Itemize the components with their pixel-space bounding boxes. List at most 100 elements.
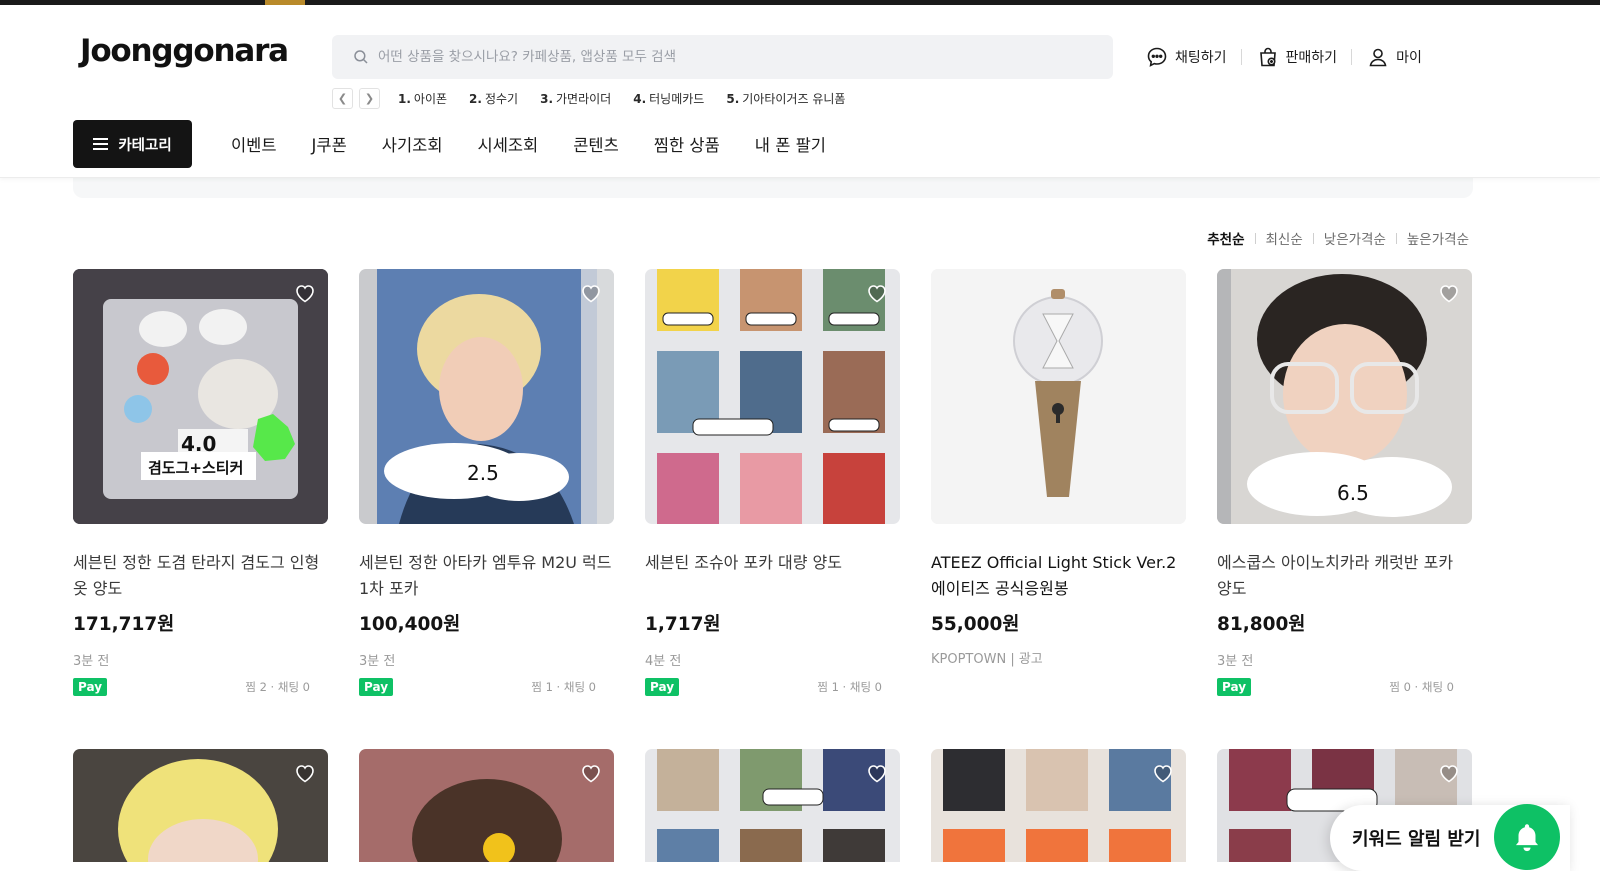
- pay-badge: Pay: [1217, 678, 1252, 696]
- menu-item-sell-phone[interactable]: 내 폰 팔기: [755, 132, 826, 156]
- product-photo: [359, 749, 614, 862]
- product-image[interactable]: [645, 749, 900, 862]
- sell-button[interactable]: 판매하기: [1256, 45, 1338, 69]
- search-input[interactable]: [378, 49, 1078, 65]
- product-time: 4분 전: [645, 654, 682, 669]
- menu-item-contents[interactable]: 콘텐츠: [573, 132, 619, 156]
- trend-item[interactable]: 2. 정수기: [469, 90, 518, 107]
- product-image[interactable]: [931, 749, 1186, 862]
- my-page-button[interactable]: 마이: [1366, 45, 1422, 69]
- heart-icon[interactable]: [1437, 761, 1461, 785]
- banner-strip: [73, 178, 1473, 198]
- heart-icon[interactable]: [293, 281, 317, 305]
- chat-label: 채팅하기: [1175, 50, 1227, 66]
- chevron-right-icon: ❯: [364, 92, 375, 105]
- product-photo: [73, 269, 328, 524]
- logo[interactable]: Joonggonara: [80, 33, 289, 69]
- site-header: Joonggonara 채팅하기 판매하기 마이 ❮ ❯ 1.아이폰 2.정수기…: [0, 5, 1600, 178]
- product-price: 55,000원: [931, 614, 1020, 635]
- trend-item[interactable]: 5. 기아타이거즈 유니폼: [726, 90, 845, 107]
- menu-item-events[interactable]: 이벤트: [231, 132, 277, 156]
- product-image[interactable]: 2.5: [359, 269, 614, 524]
- image-caption: 겸도그+스티커: [148, 459, 244, 477]
- product-image[interactable]: [359, 749, 614, 862]
- product-image[interactable]: 4.0 겸도그+스티커: [73, 269, 328, 524]
- product-image[interactable]: [931, 269, 1186, 524]
- top-nav: 채팅하기 판매하기 마이: [1145, 45, 1422, 69]
- product-photo: [645, 269, 900, 524]
- product-price: 100,400원: [359, 614, 461, 635]
- menu-item-wishlist[interactable]: 찜한 상품: [654, 132, 720, 156]
- sort-options: 추천순 최신순 낮은가격순 높은가격순: [1207, 228, 1469, 248]
- product-card[interactable]: 6.5 에스쿱스 아이노치카라 캐럿반 포카 양도 81,800원 3분 전 P…: [1217, 269, 1472, 696]
- bell-icon: [1515, 824, 1539, 852]
- product-card[interactable]: 2.5 세븐틴 정한 아타카 엠투유 M2U 럭드 1차 포카 100,400원…: [359, 269, 614, 696]
- sell-label: 판매하기: [1285, 50, 1338, 66]
- product-photo: [931, 749, 1186, 862]
- heart-icon[interactable]: [1437, 281, 1461, 305]
- keyword-alert-bell-button[interactable]: [1494, 804, 1560, 870]
- product-image[interactable]: 6.5: [1217, 269, 1472, 524]
- pay-badge: Pay: [645, 678, 680, 696]
- pay-badge: Pay: [359, 678, 394, 696]
- keyword-alert-label: 키워드 알림 받기: [1352, 829, 1481, 850]
- product-time: 3분 전: [73, 654, 110, 669]
- product-title[interactable]: 세븐틴 조슈아 포카 대량 양도: [645, 550, 900, 602]
- category-bar: 카테고리 이벤트 J쿠폰 사기조회 시세조회 콘텐츠 찜한 상품 내 폰 팔기: [73, 120, 826, 168]
- product-title[interactable]: 에스쿱스 아이노치카라 캐럿반 포카 양도: [1217, 550, 1472, 602]
- product-stats: 찜 1 · 채팅 0: [817, 680, 882, 694]
- heart-icon[interactable]: [579, 281, 603, 305]
- image-caption: 2.5: [467, 461, 499, 485]
- image-caption: 4.0: [181, 432, 217, 456]
- product-photo: [645, 749, 900, 862]
- hamburger-icon: [93, 138, 109, 150]
- trend-prev-button[interactable]: ❮: [332, 88, 353, 109]
- product-stats: 찜 1 · 채팅 0: [531, 680, 596, 694]
- search-bar[interactable]: [332, 35, 1113, 79]
- sort-high-price[interactable]: 높은가격순: [1407, 228, 1469, 248]
- product-time: 3분 전: [1217, 654, 1254, 669]
- product-card[interactable]: 4.0 겸도그+스티커 세븐틴 정한 도겸 탄라지 겸도그 인형 옷 양도 17…: [73, 269, 328, 696]
- menu-item-fraud-check[interactable]: 사기조회: [382, 132, 443, 156]
- product-card[interactable]: 세븐틴 조슈아 포카 대량 양도 1,717원 4분 전 Pay 찜 1 · 채…: [645, 269, 900, 696]
- sort-recommended[interactable]: 추천순: [1207, 228, 1244, 248]
- main-menu: 이벤트 J쿠폰 사기조회 시세조회 콘텐츠 찜한 상품 내 폰 팔기: [231, 132, 826, 156]
- product-image[interactable]: [645, 269, 900, 524]
- category-button[interactable]: 카테고리: [73, 120, 192, 168]
- product-price: 81,800원: [1217, 614, 1306, 635]
- search-icon: [354, 50, 368, 64]
- sort-newest[interactable]: 최신순: [1266, 228, 1303, 248]
- trend-item[interactable]: 3. 가면라이더: [540, 90, 611, 107]
- trend-next-button[interactable]: ❯: [359, 88, 380, 109]
- pay-badge: Pay: [73, 678, 108, 696]
- light-stick-image: [931, 269, 1186, 524]
- product-time: 3분 전: [359, 654, 396, 669]
- product-photo: [73, 749, 328, 862]
- product-photo: [359, 269, 614, 524]
- product-price: 171,717원: [73, 614, 175, 635]
- product-image[interactable]: [73, 749, 328, 862]
- chat-button[interactable]: 채팅하기: [1145, 45, 1227, 69]
- ad-label: KPOPTOWN | 광고: [931, 652, 1043, 667]
- product-stats: 찜 2 · 채팅 0: [245, 680, 310, 694]
- heart-icon[interactable]: [1151, 761, 1175, 785]
- product-title[interactable]: 세븐틴 정한 아타카 엠투유 M2U 럭드 1차 포카: [359, 550, 614, 602]
- heart-icon[interactable]: [865, 761, 889, 785]
- trend-item[interactable]: 4. 터닝메카드: [633, 90, 704, 107]
- heart-icon[interactable]: [293, 761, 317, 785]
- product-title[interactable]: 세븐틴 정한 도겸 탄라지 겸도그 인형 옷 양도: [73, 550, 328, 602]
- sort-low-price[interactable]: 낮은가격순: [1324, 228, 1386, 248]
- menu-item-price-check[interactable]: 시세조회: [478, 132, 539, 156]
- user-icon: [1369, 48, 1387, 67]
- sell-bag-icon: [1259, 47, 1276, 67]
- product-card-ad[interactable]: ATEEZ Official Light Stick Ver.2 에이티즈 공식…: [931, 269, 1186, 667]
- product-title[interactable]: ATEEZ Official Light Stick Ver.2 에이티즈 공식…: [931, 550, 1186, 602]
- menu-item-jcoupon[interactable]: J쿠폰: [312, 132, 347, 156]
- chat-icon: [1147, 47, 1167, 67]
- trend-item[interactable]: 1. 아이폰: [398, 90, 447, 107]
- chevron-left-icon: ❮: [337, 92, 348, 105]
- heart-icon[interactable]: [865, 281, 889, 305]
- heart-icon[interactable]: [579, 761, 603, 785]
- my-label: 마이: [1396, 50, 1422, 66]
- product-price: 1,717원: [645, 614, 721, 635]
